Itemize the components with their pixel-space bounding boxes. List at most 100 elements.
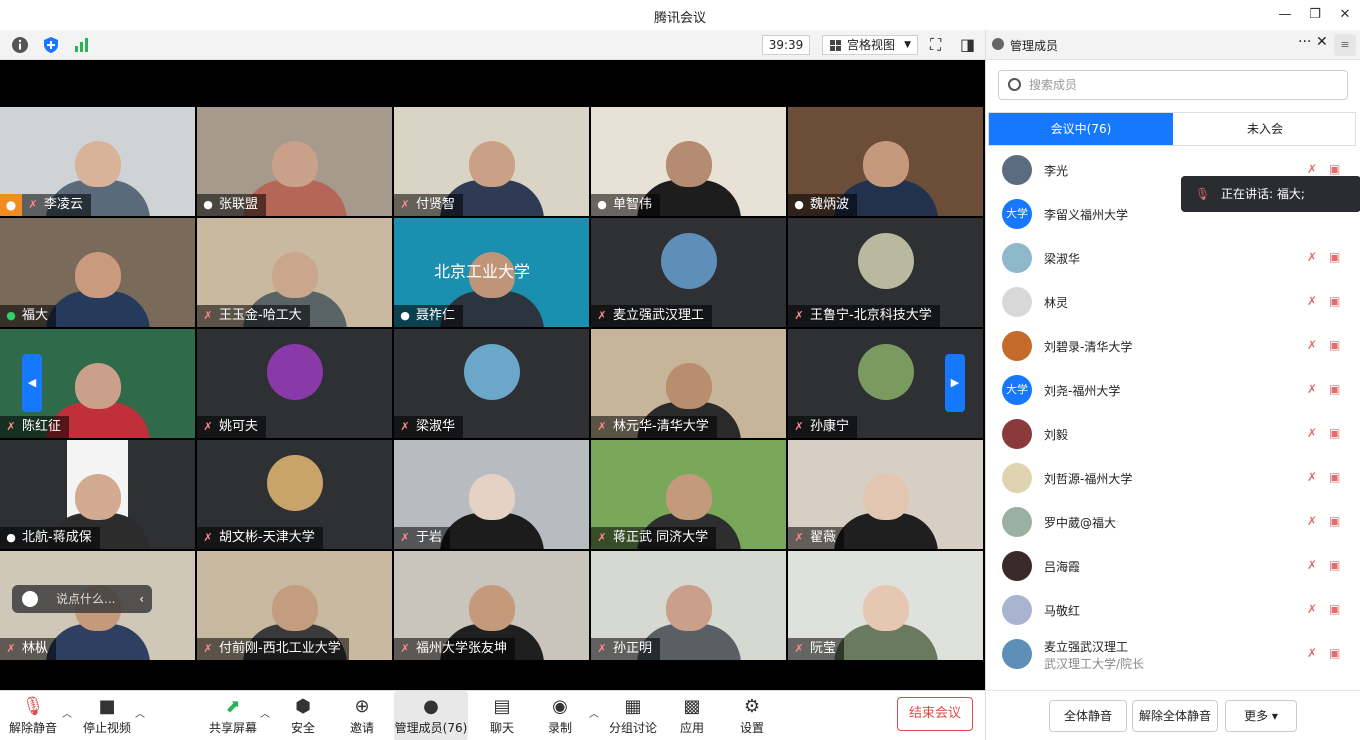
tab-not-joined[interactable]: 未入会 xyxy=(1173,113,1357,145)
mic-muted-icon: ✗ xyxy=(400,642,410,655)
collapse-icon[interactable]: ‹ xyxy=(139,585,144,613)
member-row[interactable]: 吕海霞 ✗ ▣ xyxy=(986,544,1360,588)
unmute-all-button[interactable]: 解除全体静音 xyxy=(1132,700,1218,732)
video-tile[interactable]: ✗ 王鲁宁-北京科技大学 xyxy=(788,218,983,327)
fullscreen-icon[interactable]: ⛶ xyxy=(930,36,948,54)
video-tile[interactable]: ✗ 翟薇 xyxy=(788,440,983,549)
member-row[interactable]: 梁淑华 ✗ ▣ xyxy=(986,236,1360,280)
security-button[interactable]: ⬢ 安全 xyxy=(283,691,323,740)
stop-video-button[interactable]: ■ 停止视频 xyxy=(82,691,132,740)
video-tile[interactable]: ● 北航-蒋成保 xyxy=(0,440,195,549)
video-tile[interactable]: ✗ 于岩 xyxy=(394,440,589,549)
member-row[interactable]: 刘碧录-清华大学 ✗ ▣ xyxy=(986,324,1360,368)
video-tile[interactable]: ✗ 胡文彬-天津大学 xyxy=(197,440,392,549)
panel-side-button[interactable]: ≡ xyxy=(1334,34,1356,56)
panel-close-button[interactable]: ✕ xyxy=(1316,34,1328,50)
audio-options-caret[interactable]: ︿ xyxy=(62,705,72,720)
video-tile[interactable]: ✗ 梁淑华 xyxy=(394,329,589,438)
participant-name: 孙康宁 xyxy=(810,419,850,434)
sidebar-toggle-icon[interactable]: ◨ xyxy=(960,36,978,54)
camera-off-icon[interactable]: ▣ xyxy=(1329,294,1340,308)
video-tile[interactable]: ✗ 付前刚-西北工业大学 xyxy=(197,551,392,660)
gear-icon: ⚙ xyxy=(743,696,761,717)
camera-off-icon[interactable]: ▣ xyxy=(1329,382,1340,396)
settings-button[interactable]: ⚙ 设置 xyxy=(732,691,772,740)
video-tile[interactable]: ✗ 姚可夫 xyxy=(197,329,392,438)
more-options-button[interactable]: 更多 ▾ xyxy=(1225,700,1297,732)
restore-button[interactable]: ❐ xyxy=(1302,4,1328,26)
next-page-button[interactable]: ▶ xyxy=(945,354,965,412)
mic-muted-icon[interactable]: ✗ xyxy=(1307,558,1317,572)
shield-icon[interactable] xyxy=(42,36,60,54)
view-selector[interactable]: 宫格视图 ▼ xyxy=(822,35,918,55)
panel-more-button[interactable]: ··· xyxy=(1298,34,1311,50)
video-tile[interactable]: ✗ 付贤智 xyxy=(394,107,589,216)
mic-muted-icon[interactable]: ✗ xyxy=(1307,426,1317,440)
end-meeting-button[interactable]: 结束会议 xyxy=(897,697,973,731)
member-row[interactable]: 刘毅 ✗ ▣ xyxy=(986,412,1360,456)
video-tile[interactable]: ● ✗ 李凌云 xyxy=(0,107,195,216)
participant-name: 福州大学张友坤 xyxy=(416,641,508,656)
member-row[interactable]: 马敬红 ✗ ▣ xyxy=(986,588,1360,632)
meeting-toolbar: 39:39 宫格视图 ▼ ⛶ ◨ xyxy=(0,30,985,60)
mic-muted-icon[interactable]: ✗ xyxy=(1307,382,1317,396)
member-row[interactable]: 大学 刘尧-福州大学 ✗ ▣ xyxy=(986,368,1360,412)
camera-off-icon[interactable]: ▣ xyxy=(1329,646,1340,660)
member-search-input[interactable]: 搜索成员 xyxy=(998,70,1348,100)
chat-button[interactable]: ▤ 聊天 xyxy=(482,691,522,740)
video-tile[interactable]: ✗ 麦立强武汉理工 xyxy=(591,218,786,327)
mic-muted-icon[interactable]: ✗ xyxy=(1307,470,1317,484)
camera-off-icon[interactable]: ▣ xyxy=(1329,602,1340,616)
share-screen-button[interactable]: ⬈ 共享屏幕 xyxy=(208,691,258,740)
camera-off-icon[interactable]: ▣ xyxy=(1329,338,1340,352)
member-row[interactable]: 麦立强武汉理工 武汉理工大学/院长 ✗ ▣ xyxy=(986,632,1360,676)
video-tile[interactable]: ✗ 阮莹 xyxy=(788,551,983,660)
signal-icon[interactable] xyxy=(73,36,91,54)
close-window-button[interactable]: ✕ xyxy=(1332,4,1358,26)
minimize-button[interactable]: — xyxy=(1272,4,1298,26)
mute-all-button[interactable]: 全体静音 xyxy=(1049,700,1127,732)
video-options-caret[interactable]: ︿ xyxy=(135,705,145,720)
info-icon[interactable] xyxy=(11,36,29,54)
mic-muted-icon[interactable]: ✗ xyxy=(1307,646,1317,660)
video-tile[interactable]: ✗ 福州大学张友坤 xyxy=(394,551,589,660)
record-button[interactable]: ◉ 录制 xyxy=(540,691,580,740)
participant-face xyxy=(665,474,712,520)
video-tile[interactable]: ● 张联盟 xyxy=(197,107,392,216)
mic-muted-icon[interactable]: ✗ xyxy=(1307,602,1317,616)
mic-muted-icon: ✗ xyxy=(203,642,213,655)
video-tile[interactable]: ✗ 孙正明 xyxy=(591,551,786,660)
camera-off-icon[interactable]: ▣ xyxy=(1329,514,1340,528)
invite-button[interactable]: ⊕ 邀请 xyxy=(342,691,382,740)
quick-chat-input[interactable]: 说点什么... ‹ xyxy=(12,585,152,613)
breakout-button[interactable]: ▦ 分组讨论 xyxy=(608,691,658,740)
camera-off-icon[interactable]: ▣ xyxy=(1329,250,1340,264)
video-tile[interactable]: ✗ 王玉金-哈工大 xyxy=(197,218,392,327)
video-tile[interactable]: 北京工业大学 ● 聂祚仁 xyxy=(394,218,589,327)
mic-muted-icon[interactable]: ✗ xyxy=(1307,294,1317,308)
tab-in-meeting[interactable]: 会议中(76) xyxy=(989,113,1173,145)
mic-muted-icon[interactable]: ✗ xyxy=(1307,162,1317,176)
video-tile[interactable]: ● 魏炳波 xyxy=(788,107,983,216)
manage-members-button[interactable]: ● 管理成员(76) xyxy=(394,691,468,740)
member-row[interactable]: 刘哲源-福州大学 ✗ ▣ xyxy=(986,456,1360,500)
mic-muted-icon[interactable]: ✗ xyxy=(1307,514,1317,528)
record-options-caret[interactable]: ︿ xyxy=(589,705,599,720)
camera-off-icon[interactable]: ▣ xyxy=(1329,426,1340,440)
video-tile[interactable]: ✗ 林元华-清华大学 xyxy=(591,329,786,438)
video-tile[interactable]: ✗ 蒋正武 同济大学 xyxy=(591,440,786,549)
mic-muted-icon[interactable]: ✗ xyxy=(1307,250,1317,264)
emoji-icon[interactable] xyxy=(22,591,38,607)
video-tile[interactable]: ● 单智伟 xyxy=(591,107,786,216)
unmute-button[interactable]: 🎙 解除静音 xyxy=(8,691,58,740)
mic-muted-icon[interactable]: ✗ xyxy=(1307,338,1317,352)
prev-page-button[interactable]: ◀ xyxy=(22,354,42,412)
camera-off-icon[interactable]: ▣ xyxy=(1329,162,1340,176)
member-row[interactable]: 林灵 ✗ ▣ xyxy=(986,280,1360,324)
member-row[interactable]: 罗中葳@福大 ✗ ▣ xyxy=(986,500,1360,544)
apps-button[interactable]: ▩ 应用 xyxy=(672,691,712,740)
camera-off-icon[interactable]: ▣ xyxy=(1329,470,1340,484)
share-options-caret[interactable]: ︿ xyxy=(260,705,270,720)
camera-off-icon[interactable]: ▣ xyxy=(1329,558,1340,572)
video-tile[interactable]: ● 福大 xyxy=(0,218,195,327)
